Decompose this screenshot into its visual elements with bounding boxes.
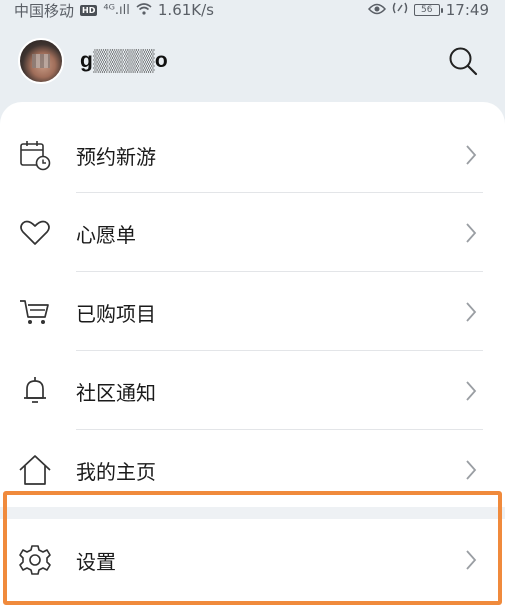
menu-item-label: 已购项目	[76, 301, 156, 326]
chevron-right-icon	[463, 458, 479, 482]
chevron-right-icon	[463, 221, 479, 245]
menu-item-label: 社区通知	[76, 380, 156, 405]
chevron-right-icon	[463, 548, 479, 572]
network-speed: 1.61K/s	[157, 1, 214, 19]
carrier-label: 中国移动	[14, 1, 75, 20]
bell-icon	[18, 374, 52, 408]
chevron-right-icon	[463, 300, 479, 324]
divider	[76, 350, 483, 351]
status-right: 56 17:49	[367, 1, 489, 19]
eye-icon	[367, 1, 386, 19]
menu-item-purchases[interactable]: 已购项目	[0, 273, 505, 351]
profile-header: g▒▒▒▒o	[0, 20, 505, 102]
nfc-icon	[392, 1, 408, 19]
clock: 17:49	[445, 1, 489, 19]
signal-icon: ⁴ᴳ.ıll	[103, 2, 130, 18]
wifi-icon	[136, 1, 152, 19]
chevron-right-icon	[463, 143, 479, 167]
divider	[76, 192, 483, 193]
menu-item-label: 设置	[76, 549, 116, 574]
search-button[interactable]	[443, 41, 483, 81]
username[interactable]: g▒▒▒▒o	[80, 49, 168, 73]
calendar-clock-icon	[18, 138, 52, 172]
status-bar: 中国移动 HD ⁴ᴳ.ıll 1.61K/s 56 17:49	[0, 0, 505, 20]
menu-item-settings[interactable]: 设置	[0, 519, 505, 601]
divider	[76, 271, 483, 272]
menu-item-wishlist[interactable]: 心愿单	[0, 194, 505, 272]
battery-level: 56	[421, 4, 433, 15]
menu-item-label: 心愿单	[76, 222, 136, 247]
home-icon	[18, 453, 52, 487]
menu-item-label: 我的主页	[76, 459, 156, 484]
status-left: 中国移动 HD ⁴ᴳ.ıll 1.61K/s	[14, 0, 214, 21]
menu-card: 预约新游 心愿单 已购项目 社区通知 我的主页 设置	[0, 102, 505, 608]
menu-item-label: 预约新游	[76, 144, 156, 169]
cart-icon	[18, 295, 52, 329]
hd-badge: HD	[80, 4, 98, 16]
gear-icon	[18, 543, 52, 577]
menu-item-reservations[interactable]: 预约新游	[0, 116, 505, 194]
search-icon	[449, 47, 478, 76]
heart-icon	[18, 216, 52, 250]
chevron-right-icon	[463, 379, 479, 403]
battery-icon: 56	[413, 4, 443, 16]
section-gap	[0, 507, 505, 519]
menu-item-my-homepage[interactable]: 我的主页	[0, 431, 505, 509]
divider	[76, 429, 483, 430]
avatar[interactable]	[18, 38, 64, 84]
menu-item-community-notifications[interactable]: 社区通知	[0, 352, 505, 430]
